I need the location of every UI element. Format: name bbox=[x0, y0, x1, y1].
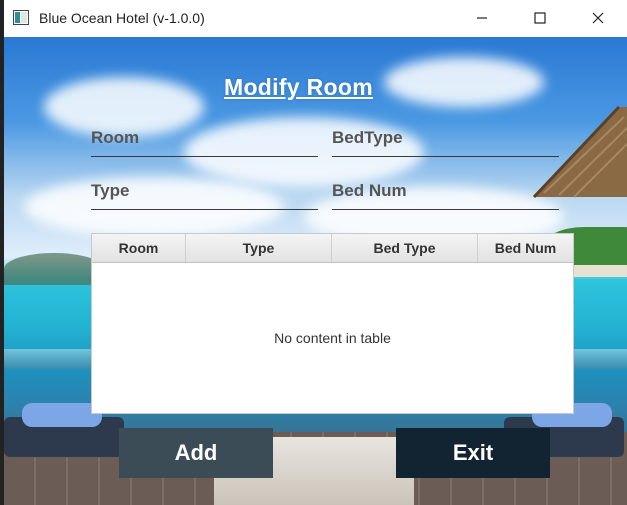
type-field-label: Type bbox=[91, 181, 130, 200]
rooms-table[interactable]: Room Type Bed Type Bed Num No content in… bbox=[91, 233, 574, 414]
bed-num-field-label: Bed Num bbox=[332, 181, 407, 200]
room-field[interactable]: Room bbox=[91, 126, 318, 157]
column-header-room[interactable]: Room bbox=[92, 234, 186, 262]
column-header-bed-num[interactable]: Bed Num bbox=[478, 234, 573, 262]
app-icon bbox=[13, 10, 29, 25]
maximize-icon bbox=[534, 12, 546, 24]
page-title: Modify Room bbox=[224, 74, 373, 100]
bed-type-field-label: BedType bbox=[332, 128, 403, 147]
bed-type-field[interactable]: BedType bbox=[332, 126, 559, 157]
title-bar: Blue Ocean Hotel (v-1.0.0) bbox=[4, 0, 627, 38]
column-header-bed-type[interactable]: Bed Type bbox=[332, 234, 478, 262]
app-window: Blue Ocean Hotel (v-1.0.0) Modify Room R… bbox=[4, 0, 627, 505]
minimize-icon bbox=[477, 17, 487, 19]
column-header-type[interactable]: Type bbox=[186, 234, 332, 262]
close-icon bbox=[592, 12, 604, 24]
type-field[interactable]: Type bbox=[91, 179, 318, 210]
maximize-button[interactable] bbox=[517, 0, 563, 36]
bed-num-field[interactable]: Bed Num bbox=[332, 179, 559, 210]
empty-table-message: No content in table bbox=[274, 330, 391, 346]
table-header: Room Type Bed Type Bed Num bbox=[92, 234, 573, 263]
room-field-label: Room bbox=[91, 128, 140, 147]
exit-button[interactable]: Exit bbox=[396, 428, 550, 478]
close-button[interactable] bbox=[575, 0, 621, 36]
minimize-button[interactable] bbox=[459, 0, 505, 36]
window-title: Blue Ocean Hotel (v-1.0.0) bbox=[39, 10, 205, 26]
add-button[interactable]: Add bbox=[119, 428, 273, 478]
